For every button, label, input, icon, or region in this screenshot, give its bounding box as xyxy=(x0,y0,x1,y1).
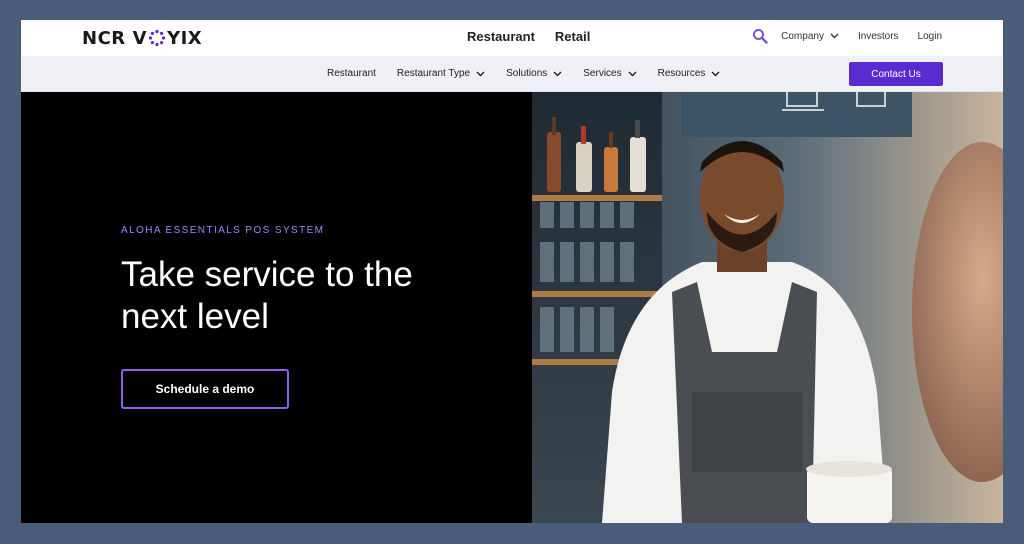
secondary-nav: Restaurant Restaurant Type Solutions Ser… xyxy=(21,56,1003,92)
ncr-voyix-logo[interactable]: NCR V YIX xyxy=(82,27,202,49)
company-label: Company xyxy=(781,30,824,42)
chevron-down-icon xyxy=(553,71,562,76)
utility-nav: Company Investors Login xyxy=(752,28,942,44)
contact-us-button[interactable]: Contact Us xyxy=(849,62,943,86)
segment-nav: Restaurant Retail xyxy=(467,29,590,44)
investors-link[interactable]: Investors xyxy=(858,31,899,42)
top-header: NCR V YIX Restaurant Retail Company Inve… xyxy=(21,20,1003,56)
subnav-services[interactable]: Services xyxy=(583,68,637,79)
subnav-restaurant[interactable]: Restaurant xyxy=(327,68,376,79)
chevron-down-icon xyxy=(711,71,720,76)
chevron-down-icon xyxy=(628,71,637,76)
logo-ring-icon xyxy=(148,29,166,47)
segment-retail[interactable]: Retail xyxy=(555,29,590,44)
hero-photo xyxy=(532,92,1003,523)
subnav-resources-label: Resources xyxy=(657,68,706,79)
subnav-services-label: Services xyxy=(583,68,622,79)
subnav-restaurant-type[interactable]: Restaurant Type xyxy=(397,68,485,79)
chevron-down-icon xyxy=(476,71,485,76)
logo-text-left: NCR xyxy=(82,27,126,49)
logo-text-right: YIX xyxy=(167,27,203,49)
search-icon[interactable] xyxy=(752,28,768,44)
hero-text-panel: ALOHA ESSENTIALS POS SYSTEM Take service… xyxy=(21,92,532,523)
barista-photo xyxy=(532,92,1003,523)
subnav-solutions[interactable]: Solutions xyxy=(506,68,562,79)
subnav-resources[interactable]: Resources xyxy=(658,68,721,79)
hero-headline: Take service to the next level xyxy=(121,255,413,336)
company-menu[interactable]: Company xyxy=(781,31,839,42)
segment-restaurant[interactable]: Restaurant xyxy=(467,29,535,44)
schedule-demo-button[interactable]: Schedule a demo xyxy=(121,369,289,409)
subnav-solutions-label: Solutions xyxy=(506,68,548,79)
chevron-down-icon xyxy=(830,33,839,39)
subnav-restaurant-type-label: Restaurant Type xyxy=(396,68,471,79)
login-link[interactable]: Login xyxy=(918,31,942,42)
browser-viewport: NCR V YIX Restaurant Retail Company Inve… xyxy=(21,20,1003,523)
hero-eyebrow: ALOHA ESSENTIALS POS SYSTEM xyxy=(121,225,325,236)
subnav-restaurant-label: Restaurant xyxy=(327,68,376,79)
